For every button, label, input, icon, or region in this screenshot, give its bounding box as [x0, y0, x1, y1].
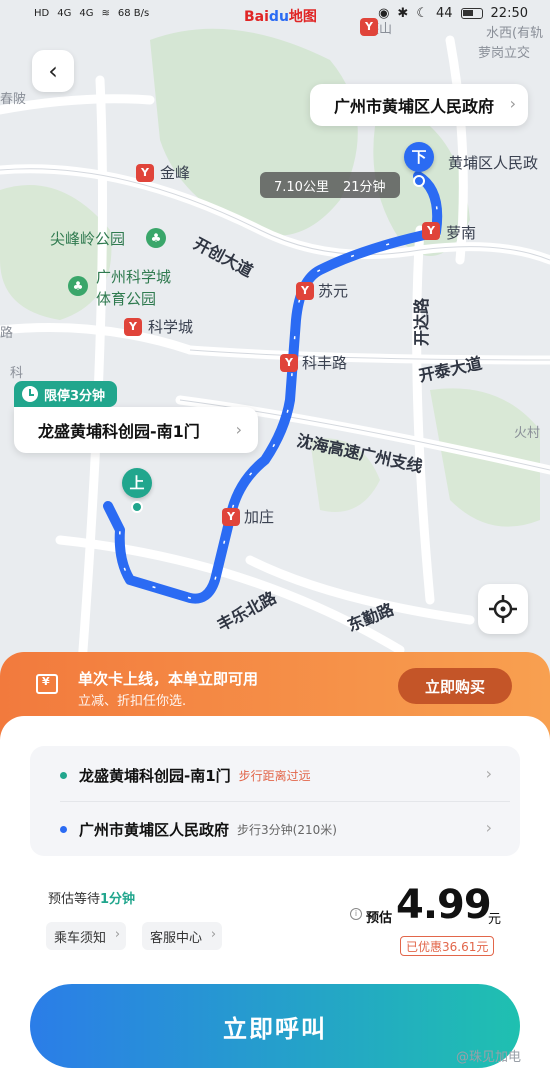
dropoff-address-row[interactable]: 广州市黄埔区人民政府 步行3分钟(210米) › [30, 802, 520, 856]
promo-subtitle: 立减、折扣任你选. [78, 694, 187, 709]
chevron-left-icon: ‹ [48, 57, 58, 85]
map-label-suyuan: 苏元 [318, 282, 349, 300]
destination-name: 广州市黄埔区人民政府 [333, 97, 494, 116]
dropoff-dot [413, 175, 425, 187]
chevron-right-icon: › [114, 927, 121, 942]
net-speed: 68 B/s [117, 8, 150, 19]
price-estimate[interactable]: i 预估 4.99 元 [350, 880, 510, 930]
map-label-kexuecheng-park: 广州科学城 [96, 268, 172, 286]
map-label-jinfeng: 金峰 [160, 164, 191, 182]
chevron-right-icon: › [210, 927, 217, 942]
destination-card[interactable]: 广州市黄埔区人民政府 › [309, 84, 528, 126]
wait-value: 1分钟 [100, 892, 136, 907]
dropoff-dot-marker [60, 825, 67, 833]
estimate-label: 预估 [366, 911, 393, 926]
eye-icon: ◉ [378, 6, 390, 21]
status-right: ◉ ✱ ☾ 44 22:50 [378, 6, 528, 21]
chevron-right-icon: › [485, 818, 492, 837]
address-box: 龙盛黄埔科创园-南1门 步行距离过远 › 广州市黄埔区人民政府 步行3分钟(21… [30, 746, 520, 856]
metro-icon: Y [136, 164, 154, 182]
pickup-address-name: 龙盛黄埔科创园-南1门 [79, 766, 231, 785]
buy-now-button[interactable]: 立即购买 [398, 668, 512, 704]
battery-icon [460, 8, 483, 19]
park-icon: ♣ [68, 276, 88, 296]
signal-icon: 4G [79, 8, 94, 19]
back-button[interactable]: ‹ [32, 50, 74, 92]
locate-button[interactable] [478, 584, 528, 634]
pickup-dot [131, 501, 143, 513]
customer-service-label: 客服中心 [150, 930, 203, 946]
map-label-lu: 科 [10, 366, 24, 381]
map-label-luogang: 萝岗立交 [478, 46, 531, 61]
wait-prefix: 预估等待 [48, 892, 101, 907]
pickup-pin[interactable]: 上 [122, 468, 152, 498]
chevron-right-icon: › [509, 94, 516, 113]
pickup-address-note: 步行距离过远 [238, 768, 311, 783]
moon-icon: ☾ [416, 6, 428, 21]
map-label-jianfengling: 尖峰岭公园 [50, 230, 126, 248]
chevron-right-icon: › [235, 420, 242, 439]
metro-icon: Y [280, 354, 298, 372]
metro-icon: Y [222, 508, 240, 526]
metro-icon: Y [124, 318, 142, 336]
stop-limit-text: 限停3分钟 [44, 388, 106, 404]
info-icon[interactable]: i [350, 908, 362, 920]
chevron-right-icon: › [485, 764, 492, 783]
hd-indicator: HD [34, 8, 50, 19]
map-label-kexuecheng: 科学城 [148, 318, 194, 336]
app-logo: Baidu地图 [244, 9, 317, 25]
map-label-huocun: 火村 [514, 426, 541, 441]
dropoff-address-note: 步行3分钟(210米) [237, 822, 337, 837]
wait-estimate: 预估等待1分钟 [48, 888, 135, 907]
pickup-dot-marker [60, 771, 67, 779]
ticket-icon [36, 674, 58, 694]
price-value: 4.99 [396, 882, 492, 928]
stop-limit-badge: 限停3分钟 [14, 381, 118, 407]
wifi-icon: ≋ [101, 8, 110, 19]
status-bar: HD 4G 4G ≋ 68 B/s Baidu地图 ◉ ✱ ☾ 44 22:50 [0, 0, 550, 32]
dropoff-address-name: 广州市黄埔区人民政府 [79, 820, 230, 839]
metro-icon: Y [296, 282, 314, 300]
bottom-panel: 龙盛黄埔科创园-南1门 步行距离过远 › 广州市黄埔区人民政府 步行3分钟(21… [0, 716, 550, 1072]
ride-rules-chip[interactable]: 乘车须知 › [46, 922, 127, 950]
clock-icon [22, 386, 38, 402]
park-icon: ♣ [146, 228, 166, 248]
route-duration: 21分钟 [342, 179, 386, 195]
bluetooth-icon: ✱ [397, 6, 409, 21]
map-label-bo: 春陂 [0, 92, 27, 107]
crosshair-icon [489, 595, 517, 623]
dropoff-pin[interactable]: 下 [404, 142, 434, 172]
map-label-kefeng: 科丰路 [302, 354, 348, 372]
route-distance: 7.10公里 [274, 179, 329, 195]
call-now-button[interactable]: 立即呼叫 [30, 984, 520, 1068]
pickup-address-row[interactable]: 龙盛黄埔科创园-南1门 步行距离过远 › [30, 748, 520, 802]
signal-icon: 4G [57, 8, 72, 19]
discount-badge: 已优惠36.61元 [400, 936, 495, 956]
price-unit: 元 [488, 912, 502, 927]
pickup-name: 龙盛黄埔科创园-南1门 [38, 422, 200, 441]
map-label-ke: 路 [0, 326, 14, 341]
watermark: @珠见加电 [456, 1050, 522, 1065]
battery-text: 44 [435, 6, 453, 21]
map-label-kexuecheng-park2: 体育公园 [96, 290, 157, 308]
route-info-badge: 7.10公里 21分钟 [260, 172, 400, 198]
customer-service-chip[interactable]: 客服中心 › [142, 922, 223, 950]
clock-time: 22:50 [490, 6, 528, 21]
pickup-card[interactable]: 龙盛黄埔科创园-南1门 › [14, 407, 258, 453]
ride-rules-label: 乘车须知 [54, 930, 107, 946]
status-left: HD 4G 4G ≋ 68 B/s [34, 8, 149, 19]
road-label-kaida: 开达路 [412, 297, 432, 347]
map-label-luonan: 萝南 [446, 224, 477, 242]
promo-title: 单次卡上线，本单立即可用 [78, 670, 259, 688]
map-label-jiazhuang: 加庄 [244, 508, 275, 526]
metro-icon: Y [422, 222, 440, 240]
map-label-huangpu-gov: 黄埔区人民政 [448, 154, 539, 172]
